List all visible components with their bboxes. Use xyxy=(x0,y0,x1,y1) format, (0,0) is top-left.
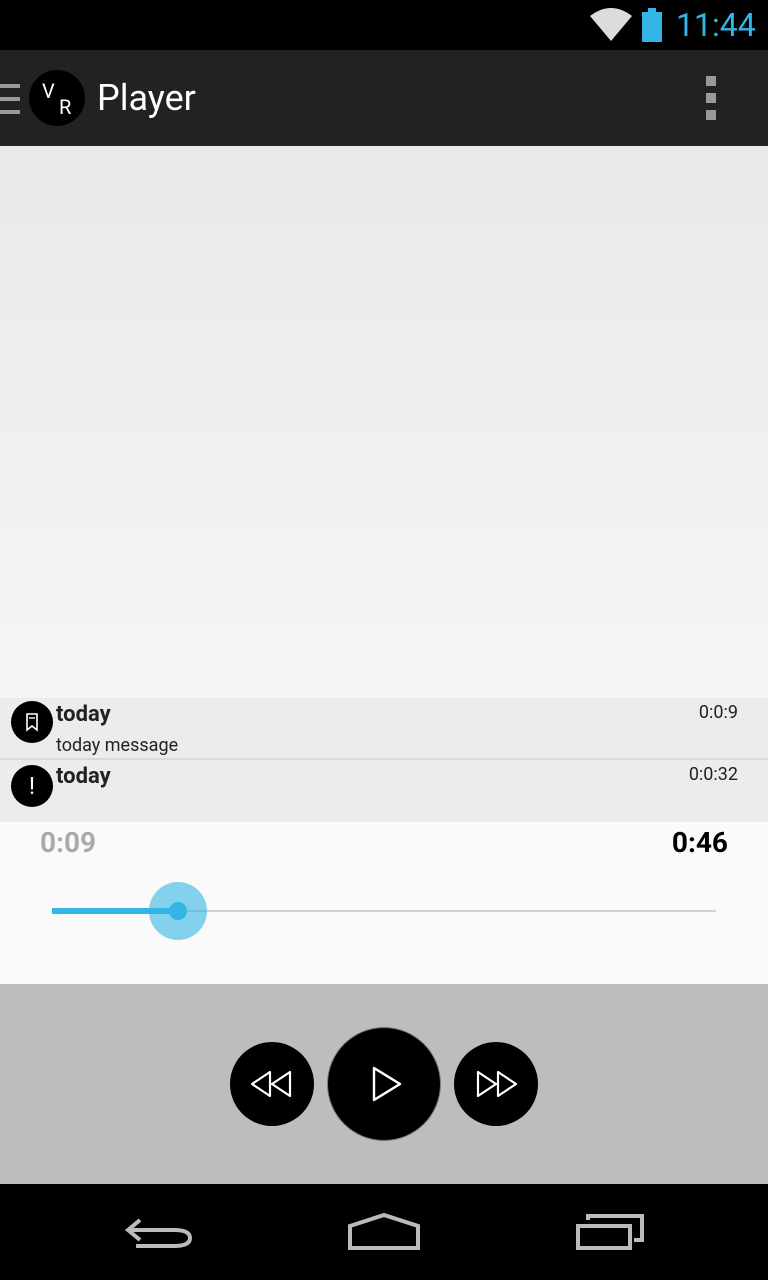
progress-panel: 0:09 0:46 xyxy=(0,822,768,984)
rewind-button[interactable] xyxy=(230,1042,314,1126)
total-time: 0:46 xyxy=(671,826,728,859)
overflow-menu-icon[interactable] xyxy=(700,76,724,120)
event-title: today xyxy=(56,764,111,789)
drawer-icon[interactable] xyxy=(0,84,22,114)
alert-glyph: ! xyxy=(28,772,36,800)
play-icon xyxy=(372,1066,402,1102)
seek-bar[interactable] xyxy=(52,882,716,940)
back-icon[interactable] xyxy=(122,1212,196,1252)
play-button[interactable] xyxy=(328,1028,440,1140)
status-clock: 11:44 xyxy=(676,6,756,44)
playback-controls xyxy=(0,984,768,1184)
fast-forward-icon xyxy=(476,1070,518,1098)
battery-icon xyxy=(642,8,662,42)
event-message: today message xyxy=(56,735,179,756)
logo-letter-r: R xyxy=(59,95,72,119)
event-time: 0:0:9 xyxy=(698,702,738,723)
recent-apps-icon[interactable] xyxy=(574,1212,646,1252)
navigation-bar xyxy=(0,1184,768,1280)
event-item[interactable]: today today message 0:0:9 xyxy=(0,698,768,758)
event-item[interactable]: ! today 0:0:32 xyxy=(0,760,768,822)
elapsed-time: 0:09 xyxy=(40,826,97,859)
fast-forward-button[interactable] xyxy=(454,1042,538,1126)
event-time: 0:0:32 xyxy=(688,764,738,785)
logo-letter-v: V xyxy=(42,79,55,103)
action-bar: V R Player xyxy=(0,50,768,146)
alert-icon: ! xyxy=(11,765,53,807)
page-title: Player xyxy=(97,77,196,119)
bookmark-icon xyxy=(11,701,53,743)
wifi-icon xyxy=(590,8,632,41)
seek-thumb[interactable] xyxy=(149,882,208,940)
rewind-icon xyxy=(250,1070,292,1098)
status-bar: 11:44 xyxy=(0,0,768,50)
home-icon[interactable] xyxy=(346,1212,422,1252)
event-title: today xyxy=(56,702,111,727)
app-logo[interactable]: V R xyxy=(29,70,85,126)
seek-thumb-dot xyxy=(169,902,188,920)
player-content-area xyxy=(0,146,768,698)
